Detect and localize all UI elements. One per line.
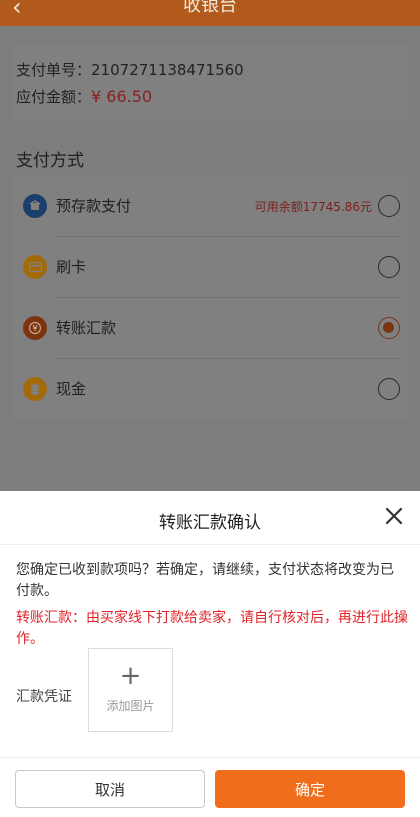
radio-card[interactable]: [378, 256, 400, 278]
plus-icon: +: [119, 661, 142, 691]
cancel-button[interactable]: 取消: [15, 770, 205, 808]
payment-method-deposit[interactable]: 预存款支付 可用余额17745.86元: [12, 176, 408, 236]
payment-section-title: 支付方式: [16, 151, 84, 171]
payment-method-card[interactable]: 刷卡: [12, 237, 408, 297]
order-number-row: 支付单号：2107271138471560: [16, 59, 244, 80]
page-title: 收银台: [183, 0, 237, 16]
cash-icon: [23, 377, 47, 401]
voucher-label: 汇款凭证: [16, 689, 72, 705]
payment-method-label: 现金: [56, 380, 87, 398]
order-number-value: 2107271138471560: [91, 61, 244, 79]
app-header: ‹ 收银台: [0, 0, 420, 26]
radio-cash[interactable]: [378, 378, 400, 400]
svg-text:¥: ¥: [32, 324, 37, 333]
dialog-header-divider: [0, 544, 420, 545]
close-icon[interactable]: [384, 506, 404, 526]
deposit-icon: [23, 194, 47, 218]
transfer-confirm-sheet: 转账汇款确认 您确定已收到款项吗？若确定，请继续，支付状态将改变为已付款。 转账…: [0, 491, 420, 817]
dialog-footer-divider: [0, 757, 420, 758]
transfer-warning: 转账汇款：由买家线下打款给卖家，请自行核对后，再进行此操作。: [16, 610, 408, 647]
add-image-button[interactable]: + 添加图片: [88, 648, 173, 732]
payment-method-transfer[interactable]: ¥ 转账汇款: [12, 298, 408, 358]
payment-method-cash[interactable]: 现金: [12, 359, 408, 419]
transfer-icon: ¥: [23, 316, 47, 340]
radio-transfer[interactable]: [378, 317, 400, 339]
payment-method-label: 预存款支付: [56, 197, 132, 215]
order-info-card: [12, 44, 408, 120]
add-image-label: 添加图片: [106, 699, 155, 713]
confirm-button[interactable]: 确定: [215, 770, 405, 808]
dialog-title: 转账汇款确认: [159, 513, 261, 533]
amount-value: ¥ 66.50: [91, 87, 153, 106]
confirm-message: 您确定已收到款项吗？若确定，请继续，支付状态将改变为已付款。: [16, 562, 394, 599]
payment-method-label: 转账汇款: [56, 319, 117, 337]
card-icon: [23, 255, 47, 279]
payment-method-list: 预存款支付 可用余额17745.86元 刷卡 ¥ 转账汇款 现金: [12, 176, 408, 418]
payment-method-label: 刷卡: [56, 258, 87, 276]
amount-label: 应付金额：: [16, 88, 92, 106]
available-balance: 可用余额17745.86元: [254, 200, 372, 214]
order-number-label: 支付单号：: [16, 61, 92, 79]
radio-deposit[interactable]: [378, 195, 400, 217]
amount-row: 应付金额：¥ 66.50: [16, 86, 152, 107]
